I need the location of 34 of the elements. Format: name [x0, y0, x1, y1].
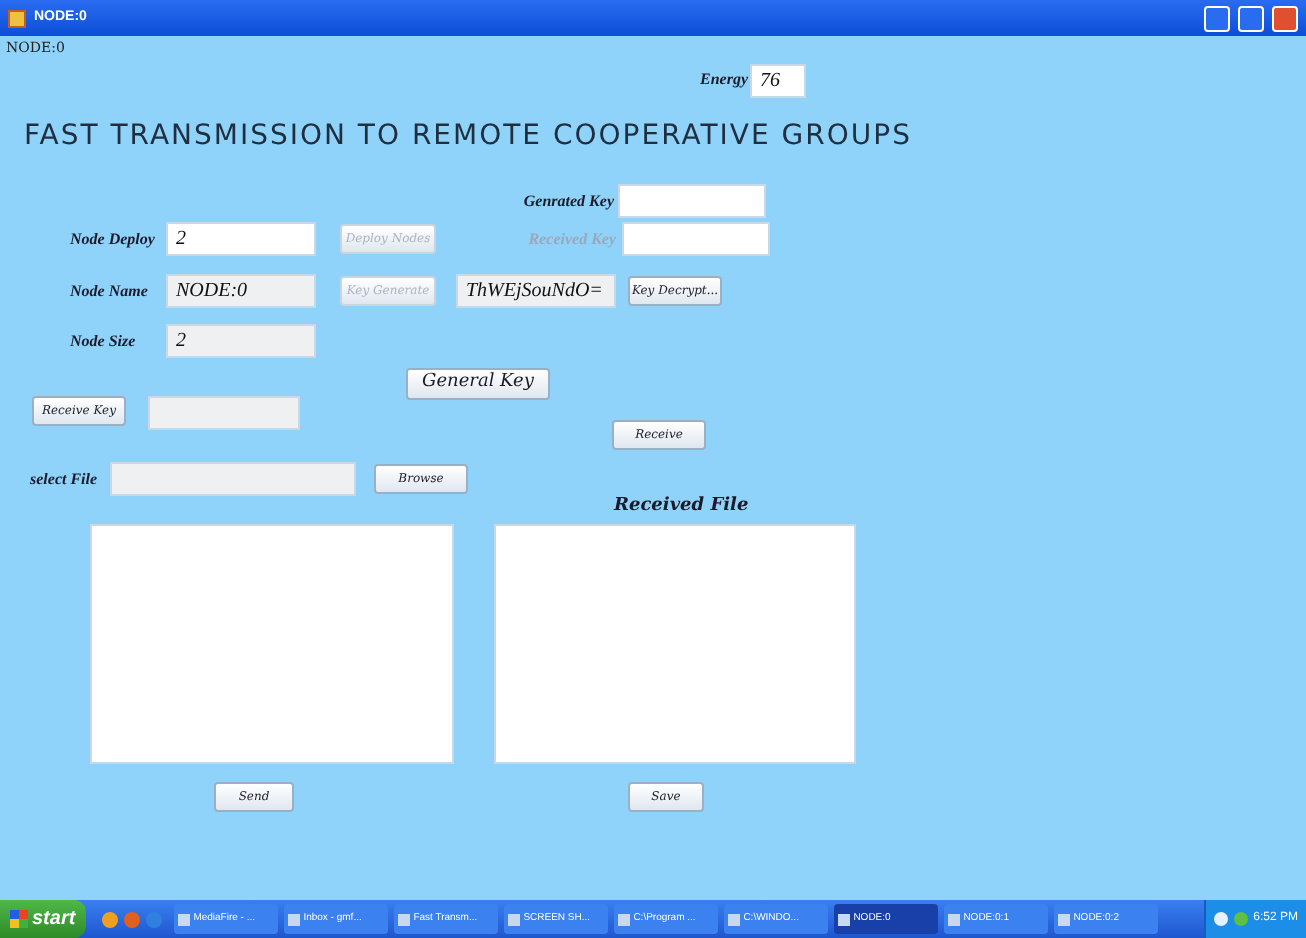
window-icon [947, 913, 960, 925]
text-area[interactable] [90, 524, 454, 764]
input-field[interactable]: 2 [166, 222, 316, 256]
window-icon [177, 913, 190, 925]
field-label: select File [30, 467, 100, 491]
close-button[interactable] [1272, 5, 1298, 31]
windows-logo-icon [10, 910, 28, 928]
input-field[interactable] [148, 396, 300, 430]
field-label: Genrated Key [521, 189, 614, 213]
field-label: Node Deploy [70, 227, 157, 251]
field-label: Received Key [526, 227, 618, 251]
app-icon [8, 9, 26, 27]
window-icon [837, 913, 850, 925]
minimize-button[interactable] [1204, 5, 1230, 31]
input-field[interactable]: 2 [166, 324, 316, 358]
input-field[interactable] [110, 462, 356, 496]
text-area[interactable] [494, 524, 856, 764]
window-icon [727, 913, 740, 925]
window-icon [617, 913, 630, 925]
field-label: Node Name [70, 279, 150, 303]
field-label: Energy [700, 68, 748, 92]
window-icon [397, 913, 410, 925]
page-heading: FAST TRANSMISSION TO REMOTE COOPERATIVE GROUPS [24, 118, 914, 156]
window-icon [287, 913, 300, 925]
input-field[interactable]: ThWEjSouNdO= [456, 274, 616, 308]
input-field[interactable] [618, 184, 766, 218]
maximize-button[interactable] [1238, 5, 1264, 31]
window-icon [507, 913, 520, 925]
received-file-label: Received File [614, 494, 749, 521]
input-field[interactable]: NODE:0 [166, 274, 316, 308]
field-label: Node Size [70, 329, 138, 353]
button[interactable]: General Key [406, 368, 550, 400]
window-icon [1057, 913, 1070, 925]
input-field[interactable]: 76 [750, 63, 806, 97]
